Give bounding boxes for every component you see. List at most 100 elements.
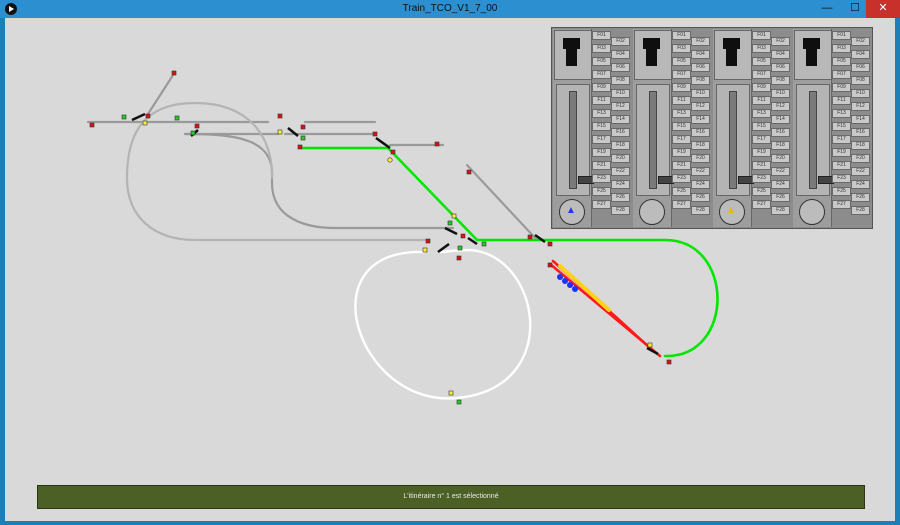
close-button[interactable]: ✕ [866,0,900,18]
function-key[interactable]: F26 [771,193,790,202]
function-key[interactable]: F17 [832,135,851,144]
function-key[interactable]: F11 [752,96,771,105]
function-key[interactable]: F16 [611,128,630,137]
function-key[interactable]: F19 [672,148,691,157]
function-key[interactable]: F07 [672,70,691,79]
loco-picture[interactable] [714,30,752,80]
function-key[interactable]: F14 [691,115,710,124]
function-key[interactable]: F21 [832,161,851,170]
function-key[interactable]: F24 [611,180,630,189]
function-key[interactable]: F09 [592,83,611,92]
function-key[interactable]: F02 [691,37,710,46]
function-key[interactable]: F22 [771,167,790,176]
function-key[interactable]: F23 [832,174,851,183]
function-key[interactable]: F27 [592,200,611,209]
speed-slider[interactable] [796,84,834,196]
function-key[interactable]: F03 [592,44,611,53]
function-key[interactable]: F05 [832,57,851,66]
function-key[interactable]: F01 [752,31,771,40]
function-key[interactable]: F27 [672,200,691,209]
function-key[interactable]: F28 [611,206,630,215]
function-key[interactable]: F11 [832,96,851,105]
function-key[interactable]: F10 [771,89,790,98]
function-key[interactable]: F04 [851,50,870,59]
function-key[interactable]: F15 [832,122,851,131]
function-key[interactable]: F22 [611,167,630,176]
function-key[interactable]: F10 [851,89,870,98]
loco-picture[interactable] [554,30,592,80]
function-key[interactable]: F09 [832,83,851,92]
function-key[interactable]: F23 [672,174,691,183]
function-key[interactable]: F25 [832,187,851,196]
function-key[interactable]: F07 [592,70,611,79]
function-key[interactable]: F22 [691,167,710,176]
function-key[interactable]: F18 [771,141,790,150]
direction-dial[interactable] [639,199,665,225]
function-key[interactable]: F15 [592,122,611,131]
function-key[interactable]: F13 [672,109,691,118]
function-key[interactable]: F19 [832,148,851,157]
loco-picture[interactable] [634,30,672,80]
function-key[interactable]: F01 [592,31,611,40]
loco-picture[interactable] [794,30,832,80]
function-key[interactable]: F06 [611,63,630,72]
function-key[interactable]: F14 [851,115,870,124]
speed-slider[interactable] [556,84,594,196]
function-key[interactable]: F22 [851,167,870,176]
function-key[interactable]: F16 [691,128,710,137]
function-key[interactable]: F08 [691,76,710,85]
function-key[interactable]: F28 [851,206,870,215]
function-key[interactable]: F01 [832,31,851,40]
function-key[interactable]: F08 [851,76,870,85]
function-key[interactable]: F04 [771,50,790,59]
function-key[interactable]: F06 [851,63,870,72]
function-key[interactable]: F13 [592,109,611,118]
function-key[interactable]: F08 [611,76,630,85]
function-key[interactable]: F16 [771,128,790,137]
maximize-button[interactable]: ☐ [842,0,868,18]
function-key[interactable]: F26 [691,193,710,202]
function-key[interactable]: F28 [691,206,710,215]
function-key[interactable]: F01 [672,31,691,40]
function-key[interactable]: F10 [611,89,630,98]
direction-dial[interactable]: ▲ [559,199,585,225]
function-key[interactable]: F12 [611,102,630,111]
function-key[interactable]: F02 [611,37,630,46]
function-key[interactable]: F27 [832,200,851,209]
function-key[interactable]: F18 [851,141,870,150]
function-key[interactable]: F12 [771,102,790,111]
speed-slider[interactable] [636,84,674,196]
function-key[interactable]: F25 [752,187,771,196]
function-key[interactable]: F17 [752,135,771,144]
function-key[interactable]: F26 [851,193,870,202]
function-key[interactable]: F06 [691,63,710,72]
speed-slider[interactable] [716,84,754,196]
function-key[interactable]: F03 [752,44,771,53]
function-key[interactable]: F12 [691,102,710,111]
function-key[interactable]: F25 [592,187,611,196]
function-key[interactable]: F25 [672,187,691,196]
function-key[interactable]: F09 [672,83,691,92]
function-key[interactable]: F05 [592,57,611,66]
function-key[interactable]: F03 [832,44,851,53]
function-key[interactable]: F19 [592,148,611,157]
function-key[interactable]: F09 [752,83,771,92]
function-key[interactable]: F06 [771,63,790,72]
function-key[interactable]: F17 [672,135,691,144]
function-key[interactable]: F20 [851,154,870,163]
function-key[interactable]: F21 [592,161,611,170]
function-key[interactable]: F05 [672,57,691,66]
function-key[interactable]: F04 [691,50,710,59]
function-key[interactable]: F24 [691,180,710,189]
function-key[interactable]: F27 [752,200,771,209]
function-key[interactable]: F18 [691,141,710,150]
function-key[interactable]: F15 [752,122,771,131]
direction-dial[interactable]: ▲ [719,199,745,225]
direction-dial[interactable] [799,199,825,225]
function-key[interactable]: F13 [832,109,851,118]
function-key[interactable]: F21 [752,161,771,170]
function-key[interactable]: F20 [691,154,710,163]
function-key[interactable]: F19 [752,148,771,157]
function-key[interactable]: F13 [752,109,771,118]
function-key[interactable]: F02 [771,37,790,46]
